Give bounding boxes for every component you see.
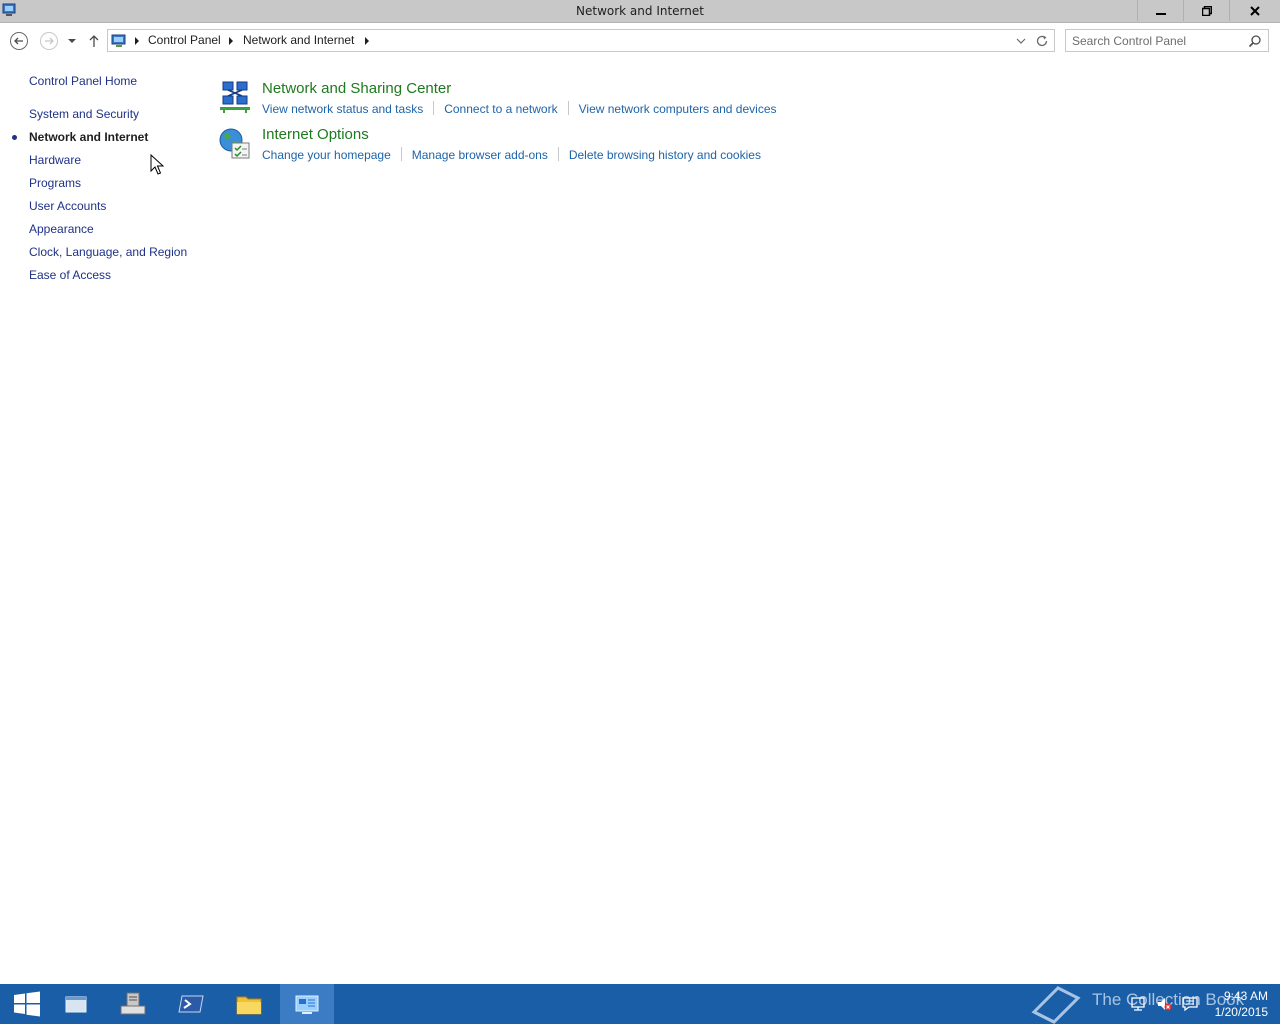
network-and-sharing-center-title[interactable]: Network and Sharing Center bbox=[262, 80, 451, 97]
connect-to-network-link[interactable]: Connect to a network bbox=[444, 102, 557, 116]
close-icon bbox=[1250, 5, 1260, 16]
clock-date: 1/20/2015 bbox=[1214, 1005, 1268, 1019]
window-switcher-icon bbox=[65, 996, 87, 1013]
windows-logo-icon bbox=[14, 991, 40, 1017]
powershell-icon bbox=[178, 995, 204, 1013]
up-arrow-icon bbox=[89, 35, 99, 47]
taskbar: The Collection Book 9:43 AM 1/20/2015 bbox=[0, 984, 1280, 1024]
breadcrumb-separator[interactable] bbox=[365, 37, 369, 45]
search-input[interactable] bbox=[1072, 33, 1242, 48]
taskbar-clock[interactable]: 9:43 AM 1/20/2015 bbox=[1200, 988, 1268, 1020]
breadcrumb-control-panel[interactable]: Control Panel bbox=[148, 33, 221, 47]
navigation-bar: Control Panel Network and Internet bbox=[0, 26, 1280, 56]
sidebar-item-programs[interactable]: Programs bbox=[29, 176, 81, 190]
back-button[interactable] bbox=[8, 30, 30, 52]
sidebar-item-user-accounts[interactable]: User Accounts bbox=[29, 199, 106, 213]
action-center-tray-icon[interactable] bbox=[1182, 996, 1198, 1012]
clock-time: 9:43 AM bbox=[1223, 989, 1268, 1003]
manage-browser-addons-link[interactable]: Manage browser add-ons bbox=[412, 148, 548, 162]
restore-icon bbox=[1201, 5, 1212, 16]
close-button[interactable] bbox=[1229, 0, 1280, 21]
taskbar-file-explorer[interactable] bbox=[222, 984, 276, 1024]
internet-options-icon[interactable] bbox=[218, 126, 252, 160]
control-panel-icon bbox=[111, 34, 126, 47]
taskbar-server-manager[interactable] bbox=[106, 984, 160, 1024]
start-button[interactable] bbox=[0, 984, 54, 1024]
search-icon[interactable] bbox=[1248, 34, 1262, 48]
network-and-sharing-center-links: View network status and tasks Connect to … bbox=[262, 101, 777, 116]
up-button[interactable] bbox=[85, 30, 103, 52]
sidebar-item-hardware[interactable]: Hardware bbox=[29, 153, 81, 167]
restore-button[interactable] bbox=[1183, 0, 1229, 21]
sidebar-item-appearance[interactable]: Appearance bbox=[29, 222, 94, 236]
mouse-cursor-icon bbox=[150, 154, 164, 175]
breadcrumb-separator[interactable] bbox=[135, 37, 139, 45]
link-divider bbox=[433, 101, 435, 115]
address-bar[interactable]: Control Panel Network and Internet bbox=[107, 29, 1055, 52]
network-sharing-icon[interactable] bbox=[218, 80, 252, 114]
taskbar-powershell[interactable] bbox=[164, 984, 218, 1024]
window-title: Network and Internet bbox=[576, 4, 704, 18]
forward-arrow-icon bbox=[40, 32, 58, 50]
recent-locations-button[interactable] bbox=[64, 30, 80, 52]
delete-browsing-history-link[interactable]: Delete browsing history and cookies bbox=[569, 148, 761, 162]
internet-options-links: Change your homepage Manage browser add-o… bbox=[262, 147, 761, 162]
server-manager-icon bbox=[120, 992, 146, 1015]
network-tray-icon[interactable] bbox=[1130, 996, 1146, 1012]
breadcrumb-network-and-internet[interactable]: Network and Internet bbox=[243, 33, 354, 47]
breadcrumb-separator[interactable] bbox=[229, 37, 233, 45]
link-divider bbox=[400, 147, 402, 161]
internet-options-title[interactable]: Internet Options bbox=[262, 126, 369, 143]
folder-icon bbox=[236, 996, 262, 1015]
link-divider bbox=[567, 101, 569, 115]
refresh-icon[interactable] bbox=[1034, 33, 1050, 49]
current-item-bullet bbox=[12, 135, 17, 140]
forward-button[interactable] bbox=[38, 30, 60, 52]
chevron-down-icon bbox=[68, 39, 76, 43]
link-divider bbox=[557, 147, 559, 161]
book-logo-icon bbox=[1031, 986, 1081, 1024]
minimize-button[interactable] bbox=[1137, 0, 1183, 21]
taskbar-control-panel[interactable] bbox=[280, 984, 334, 1024]
taskbar-task-view[interactable] bbox=[50, 984, 104, 1024]
control-panel-home-link[interactable]: Control Panel Home bbox=[29, 74, 137, 88]
control-panel-icon bbox=[295, 995, 319, 1014]
back-arrow-icon bbox=[10, 32, 28, 50]
address-dropdown-icon[interactable] bbox=[1014, 34, 1028, 48]
view-network-computers-link[interactable]: View network computers and devices bbox=[579, 102, 777, 116]
change-homepage-link[interactable]: Change your homepage bbox=[262, 148, 391, 162]
search-box[interactable] bbox=[1065, 29, 1269, 52]
sidebar-item-system-and-security[interactable]: System and Security bbox=[29, 107, 139, 121]
minimize-icon bbox=[1155, 12, 1166, 15]
sidebar-item-ease-of-access[interactable]: Ease of Access bbox=[29, 268, 111, 282]
control-panel-window: Network and Internet Control Panel Netwo… bbox=[0, 0, 1280, 984]
sidebar-item-network-and-internet[interactable]: Network and Internet bbox=[29, 130, 148, 144]
view-network-status-link[interactable]: View network status and tasks bbox=[262, 102, 423, 116]
sidebar-item-clock-language-region[interactable]: Clock, Language, and Region bbox=[29, 245, 187, 259]
volume-muted-tray-icon[interactable] bbox=[1156, 996, 1172, 1012]
title-bar[interactable]: Network and Internet bbox=[0, 0, 1280, 23]
